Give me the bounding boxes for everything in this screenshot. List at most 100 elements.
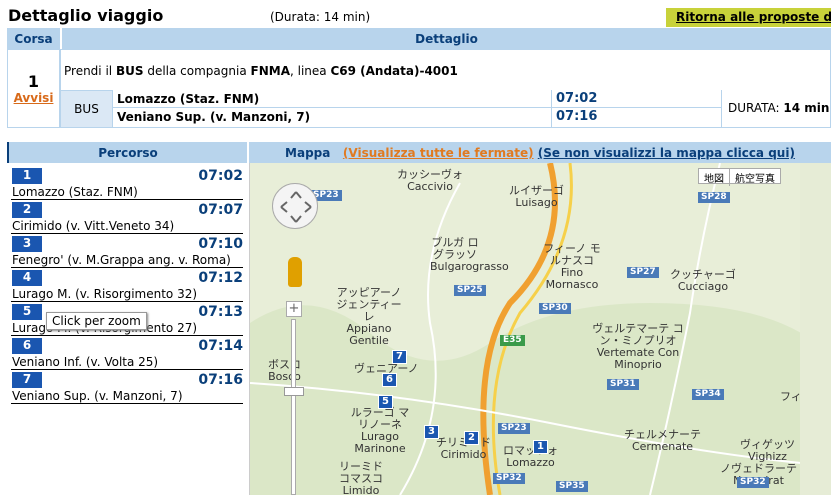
times-cell: 07:02 07:16 — [551, 90, 721, 128]
stop-time: 07:13 — [198, 304, 243, 320]
corsa-cell: 1 Avvisi — [7, 49, 60, 128]
map-type-satellite-button[interactable]: 航空写真 — [729, 169, 780, 186]
stop-time: 07:10 — [198, 236, 243, 252]
place-label: フィ — [780, 390, 800, 403]
road-label: SP25 — [454, 285, 486, 296]
road-label: SP27 — [627, 267, 659, 278]
stop-name: Veniano Inf. (v. Volta 25) — [12, 355, 159, 369]
route-stop[interactable]: 6 07:14 Veniano Inf. (v. Volta 25) — [11, 336, 243, 370]
stop-name: Veniano Sup. (v. Manzoni, 7) — [12, 389, 183, 403]
place-label: ロマッツォ Lomazzo — [503, 444, 558, 469]
road-label: SP34 — [692, 389, 724, 400]
road-label: SP30 — [539, 303, 571, 314]
stop-marker[interactable]: 5 — [378, 395, 393, 409]
route-map[interactable]: カッシーヴォ Caccivio ルイザーゴ Luisago ブルガ ログラッソ Bul… — [249, 163, 800, 495]
percorso-header: Percorso — [7, 142, 247, 163]
zoom-tooltip: Click per zoom — [46, 312, 147, 330]
place-label: チェルメナーテ Cermenate — [624, 428, 701, 453]
stop-number: 1 — [12, 168, 42, 184]
column-header-dettaglio: Dettaglio — [62, 28, 831, 49]
map-type-control: 地図 航空写真 — [698, 168, 781, 186]
stop-marker[interactable]: 3 — [424, 425, 439, 439]
route-stop-list: 1 07:02 Lomazzo (Staz. FNM) 2 07:07 Cirimido… — [11, 166, 243, 404]
stops-cell: Lomazzo (Staz. FNM) Veniano Sup. (v. Man… — [113, 90, 551, 128]
mode-cell: BUS — [60, 90, 113, 128]
to-stop: Veniano Sup. (v. Manzoni, 7) — [117, 110, 311, 124]
street-view-pegman-icon[interactable] — [288, 257, 302, 287]
place-label: カッシーヴォ Caccivio — [397, 168, 463, 193]
duration-label: DURATA: — [728, 101, 780, 115]
mappa-title: Mappa — [285, 146, 331, 160]
stop-number: 4 — [12, 270, 42, 286]
line-mid: della compagnia — [147, 64, 247, 78]
column-header-corsa: Corsa — [7, 28, 60, 49]
from-stop: Lomazzo (Staz. FNM) — [113, 90, 551, 108]
road-label: SP31 — [607, 379, 639, 390]
stop-time: 07:02 — [198, 168, 243, 184]
duration-value: 14 min — [783, 101, 830, 115]
place-label: ヴィゲッツ Vighizz — [740, 438, 795, 463]
line-word: , linea — [289, 64, 327, 78]
bus-line-description: Prendi il BUS della compagnia FNMA, line… — [64, 64, 458, 78]
road-label: SP23 — [498, 423, 530, 434]
place-label: アッピアーノ ジェンティーレ Appiano Gentile — [336, 286, 402, 347]
place-label: クッチャーゴ Cucciago — [670, 268, 736, 293]
stop-number: 3 — [12, 236, 42, 252]
place-label: ルラーゴ マリノーネ Lurago Marinone — [350, 406, 410, 455]
place-label: フィーノ モルナスコ Fino Mornasco — [543, 242, 601, 291]
stop-number: 6 — [12, 338, 42, 354]
page-title: Dettaglio viaggio — [8, 6, 164, 25]
stop-name: Cirimido (v. Vitt.Veneto 34) — [12, 219, 175, 233]
route-stop[interactable]: 2 07:07 Cirimido (v. Vitt.Veneto 34) — [11, 200, 243, 234]
trip-duration: (Durata: 14 min) — [270, 10, 371, 24]
from-time: 07:02 — [552, 90, 721, 108]
stop-name: Lomazzo (Staz. FNM) — [12, 185, 138, 199]
mappa-header: Mappa (Visualizza tutte le fermate) (Se … — [249, 142, 831, 163]
avvisi-link[interactable]: Avvisi — [8, 91, 59, 105]
route-stop[interactable]: 4 07:12 Lurago M. (v. Risorgimento 32) — [11, 268, 243, 302]
road-label: SP35 — [556, 481, 588, 492]
stop-time: 07:12 — [198, 270, 243, 286]
corsa-number: 1 — [27, 72, 40, 91]
zoom-slider-track[interactable] — [291, 319, 296, 495]
road-label: SP32 — [493, 473, 525, 484]
zoom-slider-handle[interactable] — [284, 387, 304, 396]
stop-marker[interactable]: 1 — [533, 440, 548, 454]
stop-time: 07:07 — [198, 202, 243, 218]
zoom-in-button[interactable]: + — [286, 301, 302, 317]
map-fallback-link[interactable]: (Se non visualizzi la mappa clicca qui) — [538, 146, 795, 160]
stop-name: Fenegro' (v. M.Grappa ang. v. Roma) — [12, 253, 231, 267]
line-name: C69 (Andata)-4001 — [330, 64, 458, 78]
road-label: SP32 — [737, 477, 769, 488]
stop-marker[interactable]: 6 — [382, 373, 397, 387]
place-label: ヴェルテマーテ コン・ミノプリオ Vertemate Con Minoprio — [592, 322, 684, 371]
road-label: SP28 — [698, 192, 730, 203]
company-name: FNMA — [250, 64, 290, 78]
map-pan-control[interactable] — [272, 183, 318, 229]
place-label: ボスコ Bosco — [268, 358, 301, 383]
road-label: E35 — [500, 335, 525, 346]
stop-time: 07:14 — [198, 338, 243, 354]
place-label: リーミド コマスコ Limido — [339, 460, 383, 495]
route-stop[interactable]: 1 07:02 Lomazzo (Staz. FNM) — [11, 166, 243, 200]
stop-marker[interactable]: 7 — [392, 350, 407, 364]
route-stop[interactable]: 3 07:10 Fenegro' (v. M.Grappa ang. v. Roma… — [11, 234, 243, 268]
route-stop[interactable]: 7 07:16 Veniano Sup. (v. Manzoni, 7) — [11, 370, 243, 404]
stop-time: 07:16 — [198, 372, 243, 388]
map-right-margin — [800, 163, 831, 495]
stop-number: 2 — [12, 202, 42, 218]
to-time: 07:16 — [556, 109, 598, 124]
back-to-proposals-link[interactable]: Ritorna alle proposte di vi — [666, 8, 831, 27]
place-label: ブルガ ログラッソ Bulgarograsso — [430, 236, 509, 273]
duration-cell: DURATA: 14 min — [721, 90, 831, 128]
stop-number: 7 — [12, 372, 42, 388]
mode-bold: BUS — [115, 64, 144, 78]
line-prefix: Prendi il — [64, 64, 113, 78]
pan-arrows-icon — [280, 191, 312, 223]
show-all-stops-link[interactable]: (Visualizza tutte le fermate) — [343, 146, 534, 160]
place-label: ルイザーゴ Luisago — [509, 184, 564, 209]
map-type-map-button[interactable]: 地図 — [699, 169, 729, 186]
stop-name: Lurago M. (v. Risorgimento 32) — [12, 287, 198, 301]
stop-marker[interactable]: 2 — [464, 431, 479, 445]
stop-number: 5 — [12, 304, 42, 320]
